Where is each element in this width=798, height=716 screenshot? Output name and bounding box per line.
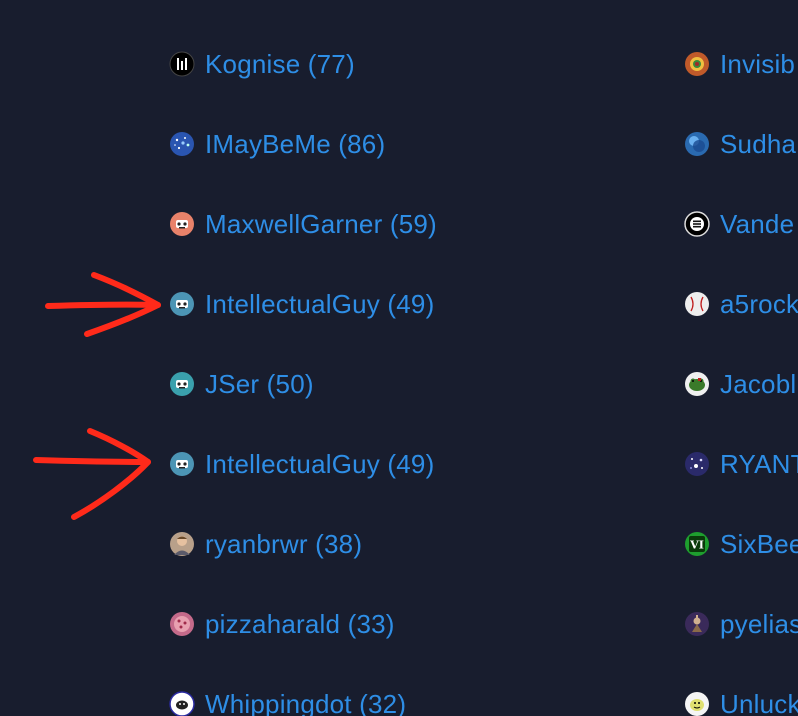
- username-link[interactable]: pizzaharald (33): [205, 609, 395, 640]
- username-link[interactable]: Whippingdot (32): [205, 689, 406, 716]
- kognise-avatar-icon[interactable]: [169, 51, 195, 77]
- menu-lines-avatar-icon[interactable]: [684, 211, 710, 237]
- person-photo-avatar-icon[interactable]: [169, 531, 195, 557]
- username-link[interactable]: Jacobl: [720, 369, 796, 400]
- username-link[interactable]: IMayBeMe (86): [205, 129, 385, 160]
- username-link[interactable]: IntellectualGuy (49): [205, 449, 434, 480]
- robot-face-avatar-icon[interactable]: [169, 291, 195, 317]
- annotation-arrow-2: [33, 428, 151, 520]
- character-avatar-icon[interactable]: [684, 611, 710, 637]
- username-link[interactable]: Kognise (77): [205, 49, 355, 80]
- left-user-row[interactable]: Whippingdot (32): [169, 689, 406, 716]
- username-link[interactable]: ryanbrwr (38): [205, 529, 362, 560]
- sheep-avatar-icon[interactable]: [169, 691, 195, 716]
- right-user-row[interactable]: pyelias: [684, 609, 798, 639]
- left-user-row[interactable]: ryanbrwr (38): [169, 529, 362, 559]
- right-user-row[interactable]: Vande: [684, 209, 794, 239]
- baseball-avatar-icon[interactable]: [684, 291, 710, 317]
- galaxy-avatar-icon[interactable]: [169, 131, 195, 157]
- robot-face-avatar-icon[interactable]: [169, 371, 195, 397]
- username-link[interactable]: MaxwellGarner (59): [205, 209, 437, 240]
- username-link[interactable]: RYANT: [720, 449, 798, 480]
- robot-face-avatar-icon[interactable]: [169, 451, 195, 477]
- left-user-row[interactable]: Kognise (77): [169, 49, 355, 79]
- right-user-row[interactable]: Invisib: [684, 49, 795, 79]
- username-link[interactable]: Unluck: [720, 689, 798, 716]
- frog-avatar-icon[interactable]: [684, 371, 710, 397]
- blue-orb-avatar-icon[interactable]: [684, 131, 710, 157]
- username-link[interactable]: pyelias: [720, 609, 798, 640]
- right-user-row[interactable]: Jacobl: [684, 369, 796, 399]
- annotation-arrow-1: [45, 272, 161, 337]
- right-user-row[interactable]: RYANT: [684, 449, 798, 479]
- username-link[interactable]: SixBee: [720, 529, 798, 560]
- robot-face-avatar-icon[interactable]: [169, 211, 195, 237]
- starfield-avatar-icon[interactable]: [684, 451, 710, 477]
- right-user-row[interactable]: a5rock: [684, 289, 798, 319]
- username-link[interactable]: IntellectualGuy (49): [205, 289, 434, 320]
- left-user-row[interactable]: pizzaharald (33): [169, 609, 395, 639]
- right-user-row[interactable]: Unluck: [684, 689, 798, 716]
- username-link[interactable]: Invisib: [720, 49, 795, 80]
- left-user-row[interactable]: IntellectualGuy (49): [169, 449, 434, 479]
- colorful-avatar-icon[interactable]: [684, 51, 710, 77]
- svg-text:VI: VI: [689, 539, 704, 552]
- left-user-row[interactable]: IntellectualGuy (49): [169, 289, 434, 319]
- right-user-row[interactable]: VI SixBee: [684, 529, 798, 559]
- roman-six-avatar-icon[interactable]: VI: [684, 531, 710, 557]
- username-link[interactable]: Sudha: [720, 129, 796, 160]
- username-link[interactable]: a5rock: [720, 289, 798, 320]
- username-link[interactable]: JSer (50): [205, 369, 314, 400]
- username-link[interactable]: Vande: [720, 209, 794, 240]
- pizza-avatar-icon[interactable]: [169, 611, 195, 637]
- user-list-page: Kognise (77) IMayBeMe (86) MaxwellGarner (…: [0, 0, 798, 716]
- left-user-row[interactable]: IMayBeMe (86): [169, 129, 385, 159]
- left-user-row[interactable]: JSer (50): [169, 369, 314, 399]
- left-user-row[interactable]: MaxwellGarner (59): [169, 209, 437, 239]
- right-user-row[interactable]: Sudha: [684, 129, 796, 159]
- cartoon-avatar-icon[interactable]: [684, 691, 710, 716]
